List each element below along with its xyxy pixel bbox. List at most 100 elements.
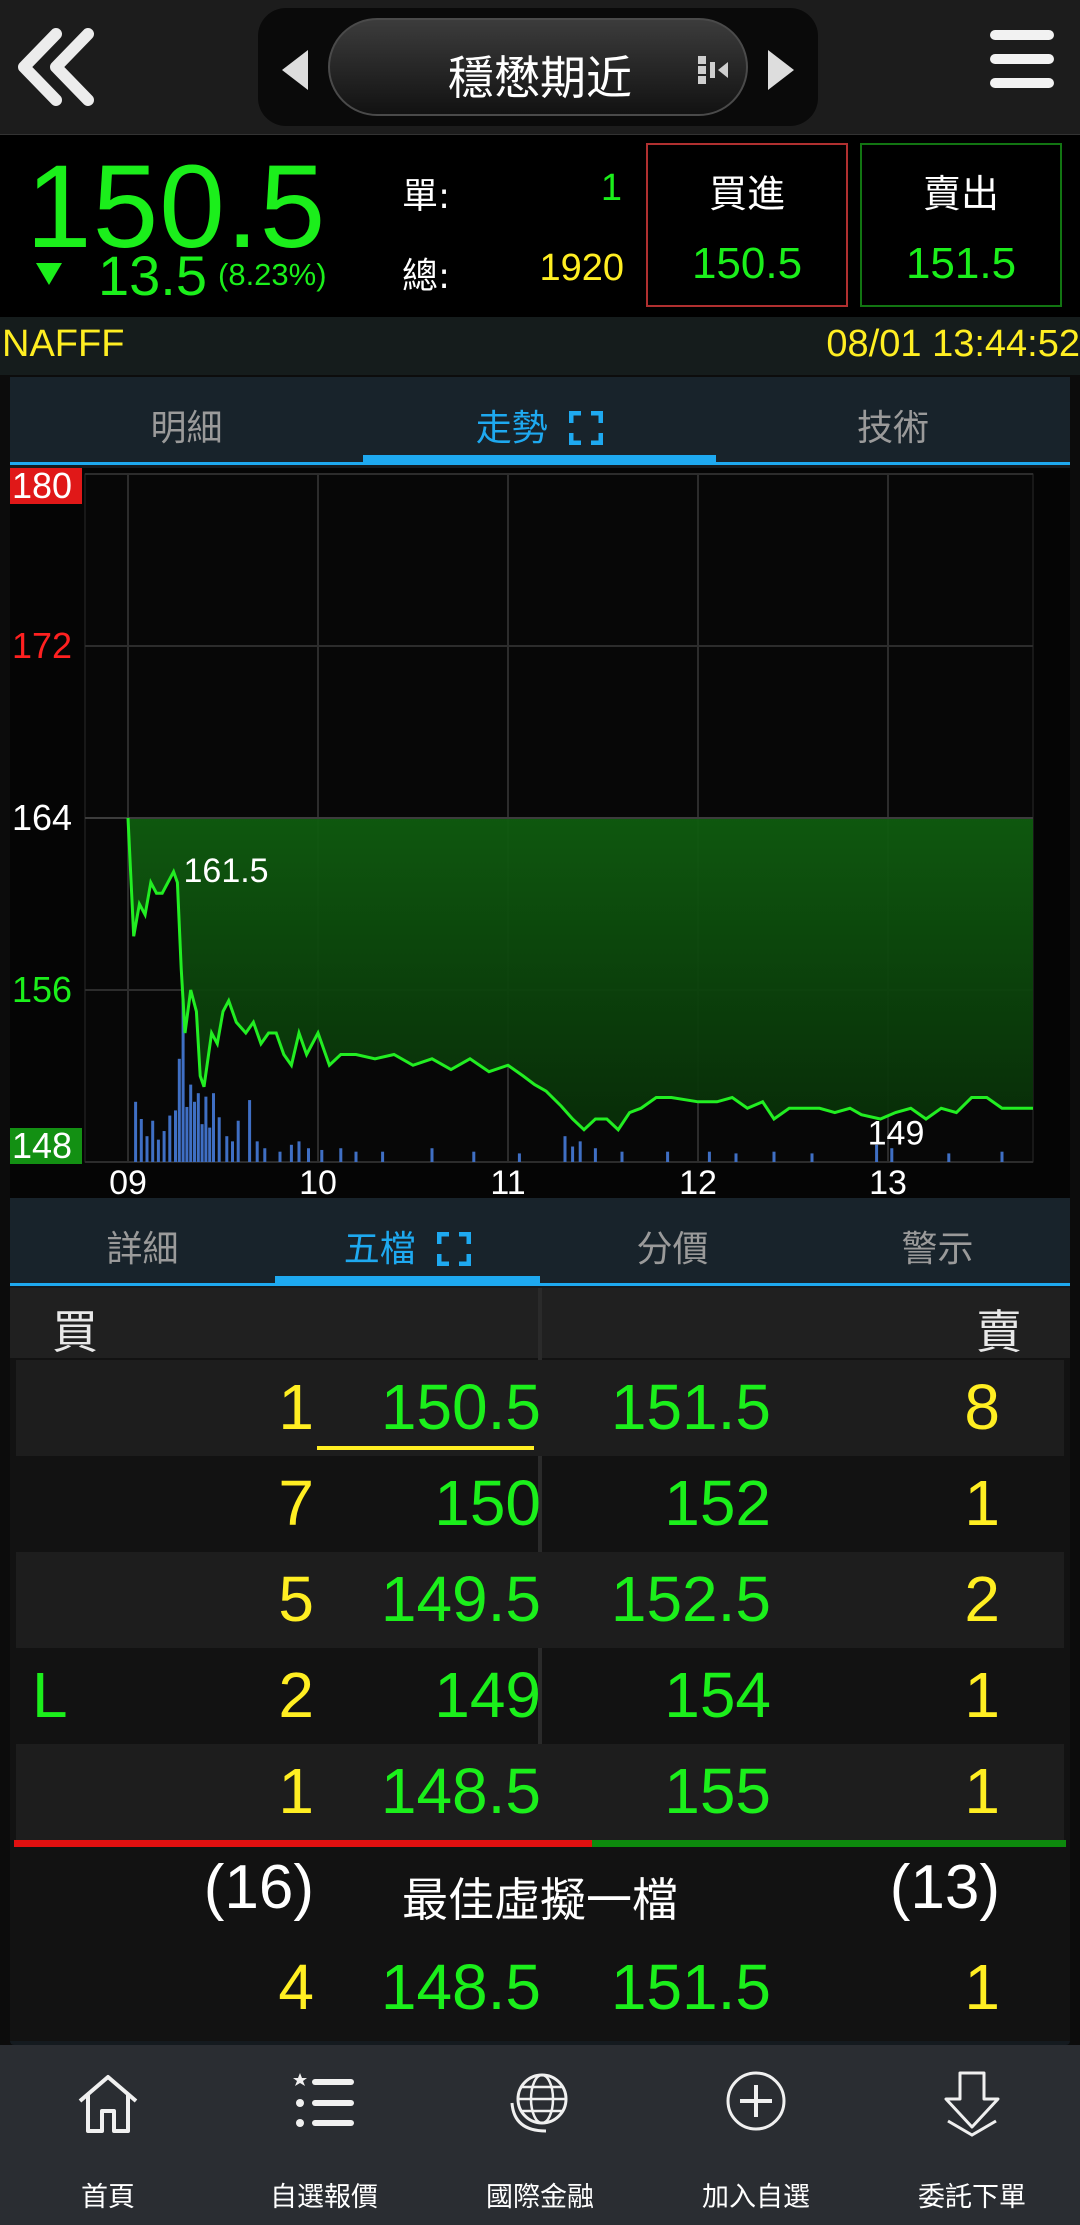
- tab-technical[interactable]: 技術: [716, 377, 1070, 465]
- volume-bar: [236, 1120, 240, 1162]
- sell-label: 賣出: [922, 172, 999, 216]
- bid-qty: 1: [278, 1755, 314, 1827]
- next-stock-arrow-icon[interactable]: [768, 50, 794, 90]
- x-tick-label: 10: [299, 1164, 337, 1198]
- virtual-ask-qty: 1: [964, 1951, 1000, 2023]
- volume-bar: [174, 1110, 177, 1162]
- bid-price: 148.5: [380, 1755, 541, 1827]
- down-arrow-icon: [36, 263, 62, 285]
- virtual-ask-price: 151.5: [610, 1951, 771, 2023]
- volume-bar: [620, 1151, 624, 1162]
- volume-bar: [320, 1149, 324, 1162]
- sell-box[interactable]: 賣出 151.5: [860, 143, 1062, 307]
- order-book-row[interactable]: 1 150.5 151.5 8: [16, 1360, 1064, 1456]
- tab-trend[interactable]: 走勢: [363, 377, 716, 465]
- volume-bar: [263, 1148, 267, 1162]
- single-volume-label: 單:: [402, 176, 451, 217]
- volume-bar: [212, 1093, 215, 1162]
- volume-bar: [354, 1151, 358, 1162]
- bottom-tab-bar: 詳細 五檔 分價 警示: [10, 1198, 1070, 1286]
- prev-stock-arrow-icon[interactable]: [282, 50, 308, 90]
- volume-bar: [139, 1119, 143, 1162]
- virtual-bid-price: 148.5: [380, 1951, 541, 2023]
- bid-price: 150: [434, 1467, 541, 1539]
- virtual-level-row[interactable]: 4 148.5 151.5 1: [16, 1940, 1064, 2036]
- volume-bar: [571, 1146, 575, 1162]
- bid-header: 買: [52, 1305, 98, 1359]
- nav-home[interactable]: 首頁: [0, 2045, 216, 2225]
- nav-international[interactable]: 國際金融: [432, 2045, 648, 2225]
- nav-add-watchlist[interactable]: 加入自選: [648, 2045, 864, 2225]
- x-tick-label: 13: [869, 1164, 907, 1198]
- sell-price: 151.5: [905, 239, 1017, 288]
- nav-label: 自選報價: [270, 2182, 378, 2213]
- tab-detail[interactable]: 明細: [10, 377, 363, 465]
- ask-price: 152: [664, 1467, 771, 1539]
- volume-bar: [1000, 1151, 1004, 1162]
- ask-qty: 1: [964, 1467, 1000, 1539]
- volume-bar: [196, 1093, 200, 1162]
- bid-price: 149.5: [380, 1563, 541, 1635]
- ask-pressure-bar: [592, 1840, 1066, 1847]
- y-tick-label: 164: [12, 797, 72, 838]
- volume-bar: [145, 1136, 149, 1162]
- volume-bar: [200, 1124, 204, 1162]
- tab-price-distribution[interactable]: 分價: [540, 1198, 805, 1286]
- back-button[interactable]: [12, 22, 102, 112]
- total-volume-value: 1920: [539, 247, 624, 289]
- nav-watchlist[interactable]: 自選報價: [216, 2045, 432, 2225]
- ask-qty: 8: [964, 1371, 1000, 1443]
- row-flag: L: [32, 1659, 68, 1731]
- double-chevron-left-icon: [18, 28, 94, 106]
- price-change-percent: (8.23%): [218, 257, 327, 292]
- volume-bar: [193, 1101, 196, 1162]
- quote-datetime: 08/01 13:44:52: [826, 323, 1080, 365]
- volume-bar: [231, 1141, 234, 1162]
- order-book: 買 賣 1 150.5 151.5 8 7 150 152 1 5 149.5 …: [10, 1288, 1070, 2041]
- volume-bar: [177, 1058, 181, 1162]
- volume-bar: [947, 1153, 951, 1162]
- volume-bar: [472, 1151, 476, 1162]
- price-annotation: 161.5: [184, 852, 269, 890]
- volume-bar: [297, 1141, 301, 1162]
- buy-box[interactable]: 買進 150.5: [646, 143, 848, 307]
- nav-label: 首頁: [81, 2182, 135, 2213]
- ask-price: 155: [664, 1755, 771, 1827]
- stock-title-pill[interactable]: 穩懋期近: [328, 18, 748, 116]
- ask-header: 賣: [976, 1305, 1022, 1359]
- order-arrow-icon: [944, 2071, 1000, 2137]
- nav-place-order[interactable]: 委託下單: [864, 2045, 1080, 2225]
- buy-price: 150.5: [691, 239, 803, 288]
- bid-pressure-bar: [14, 1840, 592, 1847]
- ask-qty: 1: [964, 1659, 1000, 1731]
- volume-bar: [707, 1151, 711, 1162]
- x-tick-label: 09: [109, 1164, 147, 1198]
- tab-details[interactable]: 詳細: [10, 1198, 275, 1286]
- bid-total: (16): [203, 1853, 314, 1922]
- app-header: 穩懋期近: [0, 0, 1080, 135]
- order-book-row[interactable]: 7 150 152 1: [16, 1456, 1064, 1552]
- order-book-row[interactable]: 5 149.5 152.5 2: [16, 1552, 1064, 1648]
- bid-qty: 7: [278, 1467, 314, 1539]
- volume-bar: [248, 1100, 252, 1162]
- globe-icon: [510, 2073, 568, 2133]
- tab-divider-line: [10, 462, 1070, 465]
- ask-price: 154: [664, 1659, 771, 1731]
- menu-icon[interactable]: [990, 30, 1054, 102]
- home-icon: [78, 2075, 138, 2133]
- price-annotation: 149: [868, 1115, 925, 1153]
- virtual-bid-qty: 4: [278, 1951, 314, 2023]
- order-book-row[interactable]: 1 148.5 155 1: [16, 1744, 1064, 1840]
- x-tick-label: 12: [679, 1164, 717, 1198]
- volume-bar: [189, 1084, 193, 1162]
- order-book-row[interactable]: L 2 149 154 1: [16, 1648, 1064, 1744]
- total-volume-label: 總:: [402, 256, 451, 297]
- tab-five-levels[interactable]: 五檔: [275, 1198, 540, 1286]
- volume-bar: [430, 1148, 434, 1162]
- volume-bar: [225, 1136, 229, 1162]
- symbol-code: NAFFF: [2, 323, 125, 365]
- tab-alerts[interactable]: 警示: [805, 1198, 1070, 1286]
- ask-price: 151.5: [610, 1371, 771, 1443]
- volume-bar: [666, 1151, 670, 1162]
- y-tick-label: 148: [12, 1125, 72, 1166]
